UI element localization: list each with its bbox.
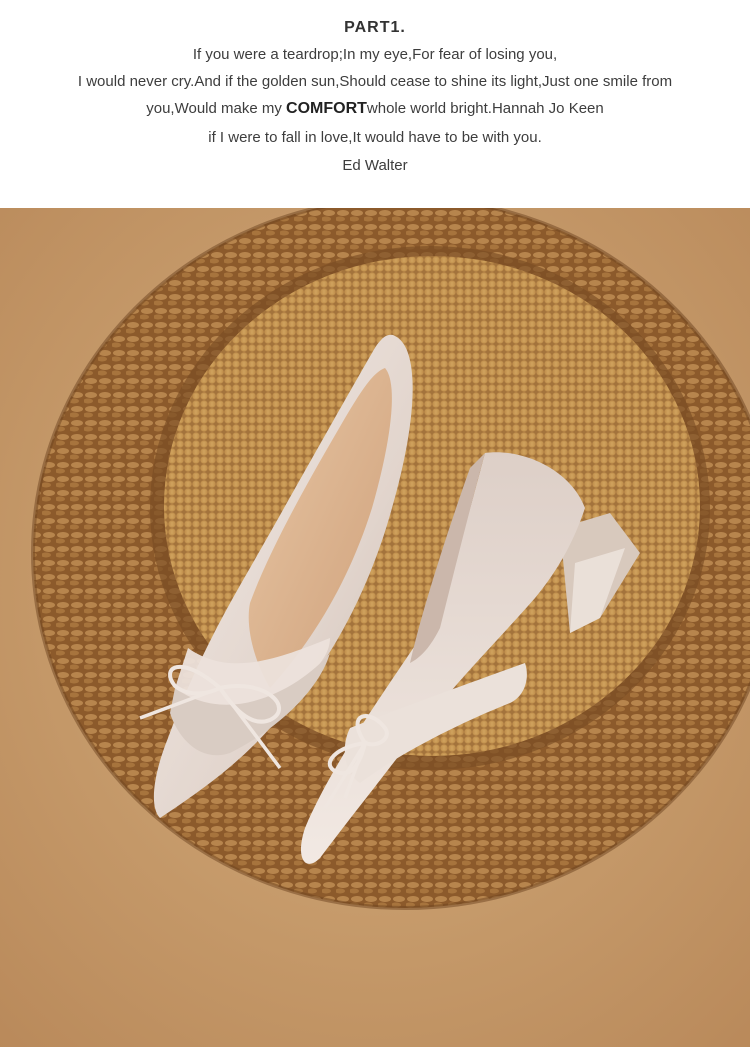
poem-line-4: if I were to fall in love,It would have … [208,129,542,146]
poem-line-1: If you were a teardrop;In my eye,For fea… [192,46,558,63]
comfort-emphasis: COMFORT [286,100,367,117]
poem-line-3-start: you,Would make my [146,100,287,117]
product-photo [0,208,750,1047]
poem-author: Ed Walter [342,157,408,174]
poem-line-3-end: whole world bright.Hannah Jo Keen [366,100,604,117]
poem-line-3: you,Would make my COMFORTwhole world bri… [0,100,750,118]
shoe-photo-illustration [0,208,750,1047]
poem-line-2: I would never cry.And if the golden sun,… [77,73,673,90]
text-section: PART1. If you were a teardrop;In my eye,… [0,0,750,208]
section-title: PART1. [344,19,406,36]
